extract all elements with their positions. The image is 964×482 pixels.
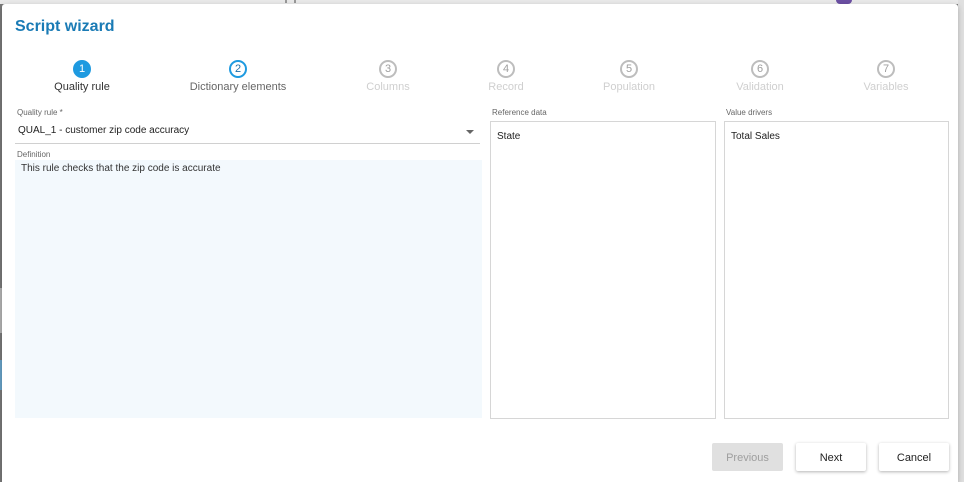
reference-data-item-state[interactable]: State — [497, 131, 520, 142]
step-number-icon: 4 — [497, 60, 515, 78]
step-label: Variables — [863, 81, 909, 93]
value-drivers-label: Value drivers — [726, 108, 773, 117]
step-number-icon: 2 — [229, 60, 247, 78]
value-drivers-item-total-sales[interactable]: Total Sales — [731, 131, 780, 142]
previous-button[interactable]: Previous — [712, 443, 783, 471]
step-label: Population — [603, 81, 655, 93]
reference-data-label: Reference data — [492, 108, 547, 117]
definition-textarea[interactable]: This rule checks that the zip code is ac… — [15, 160, 482, 418]
step-label: Record — [488, 81, 524, 93]
step-dictionary-elements[interactable]: 2 Dictionary elements — [168, 60, 308, 93]
step-number-icon: 6 — [751, 60, 769, 78]
dialog-title: Script wizard — [15, 18, 115, 35]
step-population[interactable]: 5 Population — [559, 60, 699, 93]
dropdown-arrow-icon — [466, 130, 474, 134]
step-validation[interactable]: 6 Validation — [690, 60, 830, 93]
reference-data-list[interactable]: State — [490, 121, 716, 419]
quality-rule-select[interactable]: QUAL_1 - customer zip code accuracy — [15, 122, 480, 144]
quality-rule-value: QUAL_1 - customer zip code accuracy — [18, 125, 190, 136]
definition-label: Definition — [17, 150, 51, 159]
step-quality-rule[interactable]: 1 Quality rule — [12, 60, 152, 93]
definition-text: This rule checks that the zip code is ac… — [21, 163, 221, 174]
step-number-icon: 3 — [379, 60, 397, 78]
background-right-edge — [958, 0, 964, 482]
step-label: Quality rule — [54, 81, 110, 93]
step-label: Dictionary elements — [189, 81, 287, 93]
background-tick-mark — [285, 0, 297, 3]
step-label: Validation — [736, 81, 784, 93]
step-variables[interactable]: 7 Variables — [816, 60, 956, 93]
quality-rule-label: Quality rule * — [17, 108, 63, 117]
step-number-icon: 1 — [73, 60, 91, 78]
script-wizard-dialog: Script wizard 1 Quality rule 2 Dictionar… — [2, 4, 958, 482]
value-drivers-list[interactable]: Total Sales — [724, 121, 949, 419]
step-record[interactable]: 4 Record — [436, 60, 576, 93]
next-button[interactable]: Next — [796, 443, 866, 471]
cancel-button[interactable]: Cancel — [879, 443, 949, 471]
step-number-icon: 7 — [877, 60, 895, 78]
step-number-icon: 5 — [620, 60, 638, 78]
wizard-stepper: 1 Quality rule 2 Dictionary elements 3 C… — [2, 60, 958, 100]
